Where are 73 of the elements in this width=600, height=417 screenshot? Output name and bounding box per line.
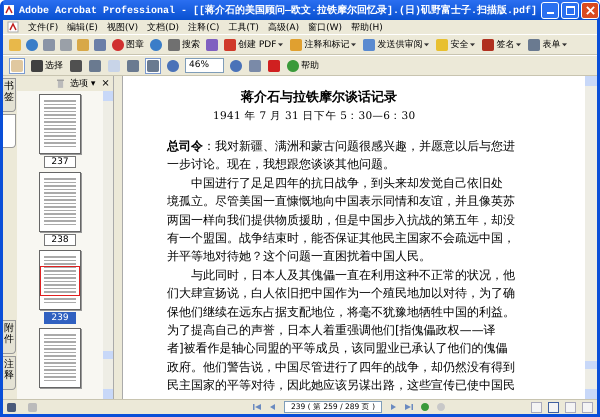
page-number: 239 xyxy=(44,312,76,324)
caret-icon xyxy=(516,42,522,46)
text-line: 者]被看作是轴心同盟的平等成员，该同盟业已承认了他们的傀儡 xyxy=(167,340,508,358)
page-thumbnail[interactable] xyxy=(39,172,81,232)
menu-item[interactable]: 高级(A) xyxy=(268,20,300,34)
menu-item[interactable]: 编辑(E) xyxy=(67,20,98,34)
caret-icon xyxy=(424,42,430,46)
text-line: 保他们继续在远东占据支配地位，将毫不犹豫地牺牲中国的利益。 xyxy=(167,304,515,321)
text-line: 并平等地对待她？这个问题一直困扰着中国人民。 xyxy=(167,248,431,266)
text-line: 与此同时，日本人及其傀儡一直在利用这种不正常的状况，他 xyxy=(191,266,515,284)
toolbar-button[interactable]: 帮助 xyxy=(286,58,320,73)
text-line: 们大肆宣扬说，白人依旧把中国作为一个殖民地加以对待，为了确 xyxy=(167,285,515,302)
toolbar-button[interactable]: 搜索 xyxy=(167,37,201,52)
maximize-button[interactable] xyxy=(561,2,580,18)
toolbar-button[interactable]: 安全 xyxy=(435,37,476,52)
page-subtitle: 1941 年 7 月 31 日下午 5：30—6：30 xyxy=(213,109,416,123)
trash-icon xyxy=(57,79,64,88)
page-thumbnail[interactable] xyxy=(39,328,81,388)
continuous-facing-icon[interactable] xyxy=(582,402,593,412)
toolbar-button[interactable]: 签名 xyxy=(481,37,522,52)
menu-item[interactable]: 视图(V) xyxy=(106,20,138,34)
close-button[interactable]: × xyxy=(101,78,110,89)
text-line: 一步讨论。现在，我想跟您谈谈其他问题。 xyxy=(167,156,395,174)
single-page-icon[interactable] xyxy=(530,402,542,412)
caret-icon xyxy=(562,42,568,46)
toolbar-button[interactable]: 表单 xyxy=(527,37,568,52)
minimize-button[interactable] xyxy=(541,2,560,18)
document-icon xyxy=(3,4,15,16)
scrollbar[interactable] xyxy=(585,76,597,399)
text-line: 总司令：我对新疆、满洲和蒙古问题很感兴趣，并愿意以后与您进 xyxy=(167,138,515,155)
menu-item[interactable]: 注释(C) xyxy=(188,20,220,34)
first-page-icon[interactable] xyxy=(252,402,262,412)
back-icon[interactable] xyxy=(420,402,430,412)
page-number: 237 xyxy=(44,156,76,168)
page-title: 蒋介石与拉铁摩尔谈话记录 xyxy=(241,88,398,106)
text-line: 中国进行了足足四年的抗日战争，到头来却发觉自己依旧处 xyxy=(191,174,503,192)
scrollbar[interactable] xyxy=(103,91,113,399)
text-line: 为了提高自己的声誉，日本人着重强调他们[指傀儡政权——译 xyxy=(167,322,496,340)
toolbar-button[interactable]: 选择 xyxy=(30,58,64,73)
text-line: 两国一样向我们提供物质援助，但是中国步入抗战的第五年，却没 xyxy=(167,212,515,229)
toolbar-button[interactable]: 创建 PDF xyxy=(223,37,284,52)
side-tab[interactable]: 书签 xyxy=(3,78,16,112)
text-line: 有一个盟国。战争结束时，能否保证其他民主国家不会疏远中国， xyxy=(167,230,515,248)
close-icon xyxy=(586,6,595,14)
previous-page-icon[interactable] xyxy=(268,402,278,412)
page-number: 238 xyxy=(44,234,76,246)
side-tab[interactable]: 附件 xyxy=(3,320,16,354)
text-line: 政府。他们警告说，中国尽管进行了四年的战争，却仍然没有得到 xyxy=(167,358,515,376)
text-line: 境孤立。尽管美国一直慷慨地向中国表示同情和友谊，并且像英苏 xyxy=(167,193,515,210)
toolbar-button[interactable]: 发送供审阅 xyxy=(362,37,430,52)
next-page-icon[interactable] xyxy=(388,402,398,412)
toolbar-button[interactable]: 图章 xyxy=(111,37,145,52)
caret-icon xyxy=(351,42,356,46)
continuous-icon[interactable] xyxy=(548,402,559,412)
menu-item[interactable]: 工具(T) xyxy=(228,20,259,34)
last-page-icon[interactable] xyxy=(404,402,414,412)
menu-item[interactable]: 文档(D) xyxy=(147,20,180,34)
facing-icon[interactable] xyxy=(564,402,576,412)
window-title: Adobe Acrobat Professional - [[蒋介石的美国顾问—欧文·拉铁摩尔回忆录].(日)矶野富士子.扫描版.pdf] xyxy=(19,3,538,17)
zoom-field[interactable]: 46% xyxy=(185,58,224,73)
page-thumbnail[interactable] xyxy=(39,250,81,310)
side-tab[interactable]: 注释 xyxy=(3,356,16,390)
options-menu[interactable]: 选项 ▾ xyxy=(70,77,96,90)
side-tab[interactable] xyxy=(3,114,16,148)
menu-item[interactable]: 帮助(H) xyxy=(351,20,383,34)
page-thumbnail[interactable] xyxy=(39,94,81,154)
menu-item[interactable]: 窗口(W) xyxy=(308,20,342,34)
menu-item[interactable]: 文件(F) xyxy=(28,20,58,34)
close-button[interactable] xyxy=(581,2,600,18)
toolbar-button[interactable]: 注释和标记 xyxy=(289,37,358,52)
caret-icon xyxy=(278,42,284,46)
text-line: 民主国家的平等对待，因此她应该另谋出路，这些宣传已使中国民 xyxy=(167,377,515,394)
caret-icon xyxy=(470,42,476,46)
